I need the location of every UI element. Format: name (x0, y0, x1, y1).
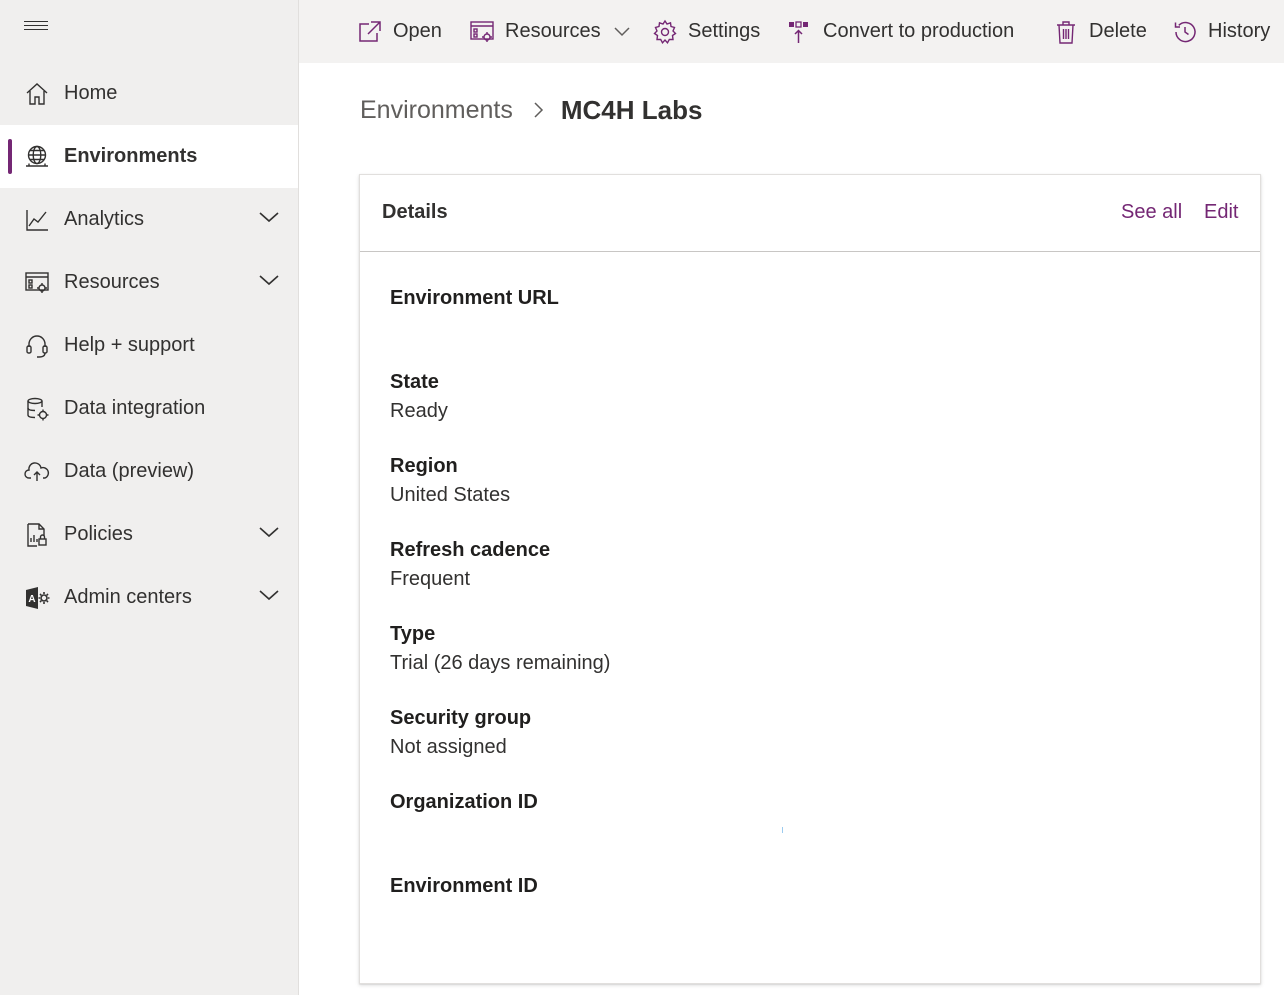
field-value: Frequent (390, 568, 471, 590)
page-title: MC4H Labs (560, 94, 703, 125)
delete-label: Delete (1089, 20, 1147, 42)
sidebar-item-admin-centers[interactable]: A Admin centers (0, 566, 298, 629)
field-label: Type (390, 623, 436, 645)
details-card: Details See all Edit Environment URL Sta… (359, 174, 1261, 984)
sidebar-item-data-preview[interactable]: Data (preview) (0, 440, 298, 503)
sidebar-item-label: Help + support (64, 334, 195, 356)
sidebar-item-label: Data (preview) (64, 460, 195, 482)
field-value: Not assigned (390, 736, 507, 758)
resources-label: Resources (505, 20, 601, 42)
breadcrumb-environments-link[interactable]: Environments (360, 96, 513, 125)
gear-icon (653, 19, 677, 44)
chevron-right-icon (534, 102, 543, 118)
sidebar-item-label: Admin centers (64, 586, 192, 608)
headset-icon (26, 335, 48, 358)
sidebar-item-policies[interactable]: Policies (0, 503, 298, 566)
sidebar-item-label: Data integration (64, 397, 206, 419)
sidebar-item-environments[interactable]: Environments (0, 125, 298, 188)
sidebar-item-label: Environments (64, 145, 198, 167)
field-label: Organization ID (390, 791, 538, 813)
analytics-icon (26, 210, 48, 231)
field-value (390, 316, 559, 345)
cloud-data-icon (24, 462, 50, 481)
field-organization-id: Organization ID (390, 791, 538, 849)
breadcrumb: Environments MC4H Labs (360, 92, 702, 128)
open-external-icon (359, 20, 381, 42)
field-label: Security group (390, 707, 532, 729)
field-value: Ready (390, 400, 448, 422)
policies-icon (27, 523, 47, 547)
data-integration-icon (27, 397, 49, 421)
hamburger-menu-icon[interactable] (24, 21, 48, 35)
globe-icon (26, 145, 48, 167)
field-label: State (390, 371, 439, 393)
details-title: Details (382, 201, 448, 223)
field-label: Environment ID (390, 875, 538, 897)
sidebar-item-home[interactable]: Home (0, 62, 298, 125)
history-label: History (1208, 20, 1271, 42)
text-cursor-mark (782, 827, 783, 833)
sidebar-item-label: Resources (64, 271, 160, 293)
sidebar-item-label: Home (64, 82, 118, 104)
chevron-down-icon[interactable] (258, 588, 280, 602)
resources-icon (25, 272, 49, 293)
sidebar-item-analytics[interactable]: Analytics (0, 188, 298, 251)
field-type: Type Trial (26 days remaining) (390, 623, 610, 681)
sidebar-item-data-integration[interactable]: Data integration (0, 377, 298, 440)
see-all-link[interactable]: See all (1121, 201, 1182, 224)
details-card-header: Details See all Edit (360, 175, 1260, 252)
chevron-down-icon[interactable] (258, 210, 280, 224)
resources-dropdown-button[interactable]: Resources (469, 0, 631, 63)
open-button[interactable]: Open (357, 0, 442, 63)
settings-label: Settings (688, 20, 761, 42)
field-environment-url: Environment URL (390, 287, 559, 345)
sidebar-item-help-support[interactable]: Help + support (0, 314, 298, 377)
edit-link[interactable]: Edit (1204, 201, 1238, 224)
field-value[interactable] (390, 904, 538, 933)
home-icon (26, 83, 48, 105)
open-label: Open (393, 20, 442, 42)
convert-icon (789, 20, 808, 43)
admin-centers-icon: A (26, 587, 50, 609)
convert-label: Convert to production (823, 20, 1015, 42)
svg-text:A: A (28, 594, 35, 605)
sidebar-item-resources[interactable]: Resources (0, 251, 298, 314)
field-refresh-cadence: Refresh cadence Frequent (390, 539, 550, 597)
convert-to-production-button[interactable]: Convert to production (787, 0, 1014, 63)
app-root: Home Environments Analytics Resources He… (0, 0, 1284, 995)
sidebar-item-label: Analytics (64, 208, 145, 230)
chevron-down-icon (614, 26, 630, 36)
field-region: Region United States (390, 455, 510, 513)
chevron-down-icon[interactable] (258, 273, 280, 287)
field-security-group: Security group Not assigned (390, 707, 531, 765)
field-value: Trial (26 days remaining) (390, 652, 611, 674)
sidebar: Home Environments Analytics Resources He… (0, 0, 299, 995)
trash-icon (1057, 20, 1075, 44)
field-environment-id: Environment ID (390, 875, 538, 933)
nav-list: Home Environments Analytics Resources He… (0, 62, 298, 629)
resources-icon (470, 20, 494, 42)
command-bar: Open Resources Settings Convert to produ… (299, 0, 1284, 63)
chevron-down-icon[interactable] (258, 525, 280, 539)
sidebar-item-label: Policies (64, 523, 133, 545)
field-value: United States (390, 484, 511, 506)
field-label: Environment URL (390, 287, 559, 309)
history-button[interactable]: History (1172, 0, 1270, 63)
settings-button[interactable]: Settings (652, 0, 760, 63)
delete-button[interactable]: Delete (1053, 0, 1147, 63)
history-icon (1174, 21, 1196, 42)
field-label: Region (390, 455, 458, 477)
field-value[interactable] (390, 820, 538, 849)
field-state: State Ready (390, 371, 448, 429)
field-label: Refresh cadence (390, 539, 551, 561)
